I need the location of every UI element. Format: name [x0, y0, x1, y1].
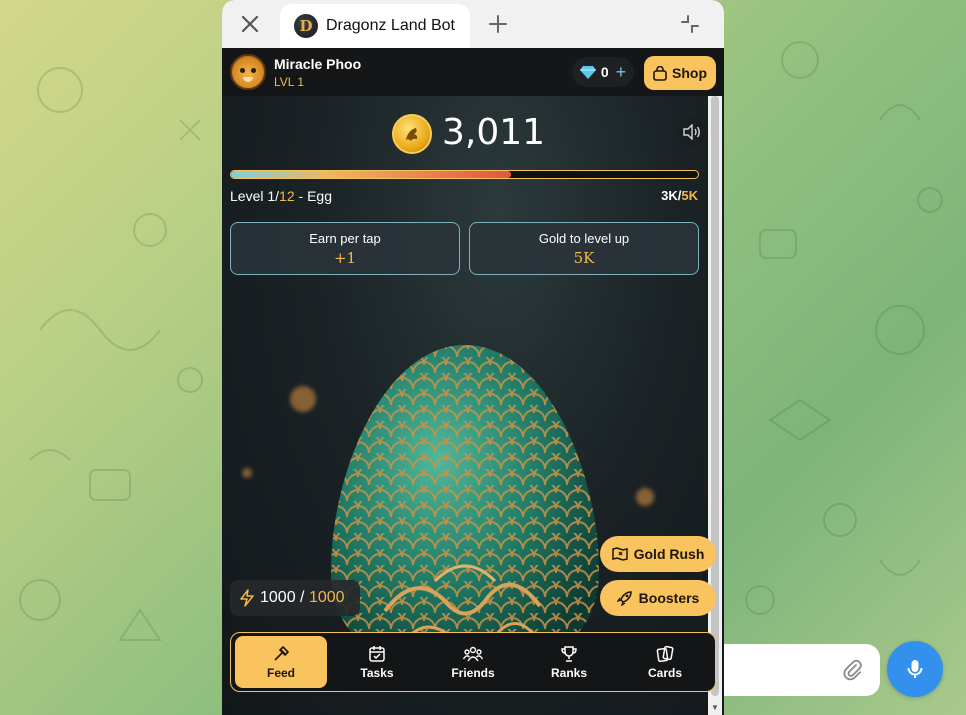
diamond-icon	[579, 66, 596, 79]
game-screen: Miracle Phoo LVL 1 0 + Shop ▼ 3,011 Leve…	[222, 48, 724, 715]
gold-coin-icon	[392, 114, 432, 154]
level-progress-fill	[231, 171, 512, 178]
shopping-bag-icon	[653, 65, 667, 81]
collapse-icon[interactable]	[678, 12, 702, 36]
avatar[interactable]	[230, 54, 266, 90]
nav-feed[interactable]: Feed	[235, 636, 327, 688]
nav-tasks-label: Tasks	[360, 665, 394, 680]
friends-icon	[463, 646, 483, 661]
level-progress-bar	[230, 170, 699, 179]
calendar-check-icon	[369, 645, 385, 662]
scroll-down-arrow-icon[interactable]: ▼	[710, 703, 720, 713]
nav-friends[interactable]: Friends	[427, 636, 519, 688]
rocket-icon	[616, 591, 632, 606]
earn-per-tap-value: +1	[333, 249, 357, 267]
gold-to-level-up-card: Gold to level up 5K	[469, 222, 699, 275]
energy-current: 1000 /	[260, 589, 309, 606]
nav-cards[interactable]: Cards	[619, 636, 711, 688]
speaker-icon	[683, 124, 700, 140]
gold-to-level-up-label: Gold to level up	[538, 231, 630, 246]
trophy-icon	[561, 645, 577, 662]
nav-tasks[interactable]: Tasks	[331, 636, 423, 688]
earn-per-tap-label: Earn per tap	[309, 231, 381, 246]
user-level: LVL 1	[274, 75, 305, 89]
add-gems-icon[interactable]: +	[616, 62, 627, 83]
gem-count: 0	[600, 64, 609, 80]
feed-icon	[274, 645, 289, 661]
earn-per-tap-card: Earn per tap +1	[230, 222, 460, 275]
nav-feed-label: Feed	[266, 665, 295, 680]
window-titlebar: D Dragonz Land Bot	[222, 0, 724, 48]
background-bokeh	[636, 488, 654, 506]
gold-rush-button[interactable]: Gold Rush	[600, 536, 716, 572]
tab-title: Dragonz Land Bot	[326, 17, 455, 34]
new-tab-icon[interactable]	[486, 12, 510, 36]
boosters-label: Boosters	[638, 590, 700, 606]
app-header: Miracle Phoo LVL 1 0 + Shop	[222, 48, 724, 96]
sound-toggle-button[interactable]	[678, 118, 706, 146]
microphone-icon	[907, 660, 923, 678]
lightning-icon	[240, 589, 254, 607]
energy-indicator: 1000 / 1000	[230, 580, 360, 616]
gem-balance[interactable]: 0 +	[572, 57, 634, 87]
nav-cards-label: Cards	[647, 665, 682, 680]
gold-to-level-up-value: 5K	[573, 249, 595, 267]
level-stage: - Egg	[294, 188, 332, 204]
xp-target: 5K	[681, 188, 698, 203]
coin-balance: 3,011	[442, 112, 546, 153]
shop-button[interactable]: Shop	[644, 56, 716, 90]
close-icon[interactable]	[238, 12, 262, 36]
nav-friends-label: Friends	[451, 665, 495, 680]
level-max: 12	[279, 188, 295, 204]
scrollbar[interactable]: ▼	[708, 96, 722, 715]
xp-label: 3K/5K	[661, 188, 698, 203]
xp-current: 3K/	[661, 188, 682, 203]
mini-app-window: D Dragonz Land Bot Miracle Phoo LVL 1 0 …	[222, 0, 724, 715]
level-label: Level 1/12 - Egg	[230, 188, 332, 204]
paperclip-icon[interactable]	[840, 658, 864, 682]
gold-rush-label: Gold Rush	[633, 546, 705, 562]
cards-icon	[656, 645, 674, 662]
boosters-button[interactable]: Boosters	[600, 580, 716, 616]
tab-dragonz-land-bot[interactable]: D Dragonz Land Bot	[280, 4, 470, 48]
user-name: Miracle Phoo	[274, 56, 362, 72]
level-prefix: Level 1/	[230, 188, 280, 204]
background-bokeh	[290, 386, 316, 412]
voice-record-button[interactable]	[887, 641, 943, 697]
nav-ranks[interactable]: Ranks	[523, 636, 615, 688]
bot-logo-icon: D	[294, 14, 318, 38]
nav-ranks-label: Ranks	[550, 665, 588, 680]
treasure-map-icon	[611, 547, 628, 561]
message-input[interactable]	[722, 644, 880, 696]
background-bokeh	[242, 468, 252, 478]
dragon-egg[interactable]	[325, 341, 605, 671]
energy-max: 1000	[308, 589, 345, 606]
bottom-navigation: Feed Tasks Friends Ranks Cards	[230, 632, 716, 692]
shop-label: Shop	[672, 65, 707, 81]
